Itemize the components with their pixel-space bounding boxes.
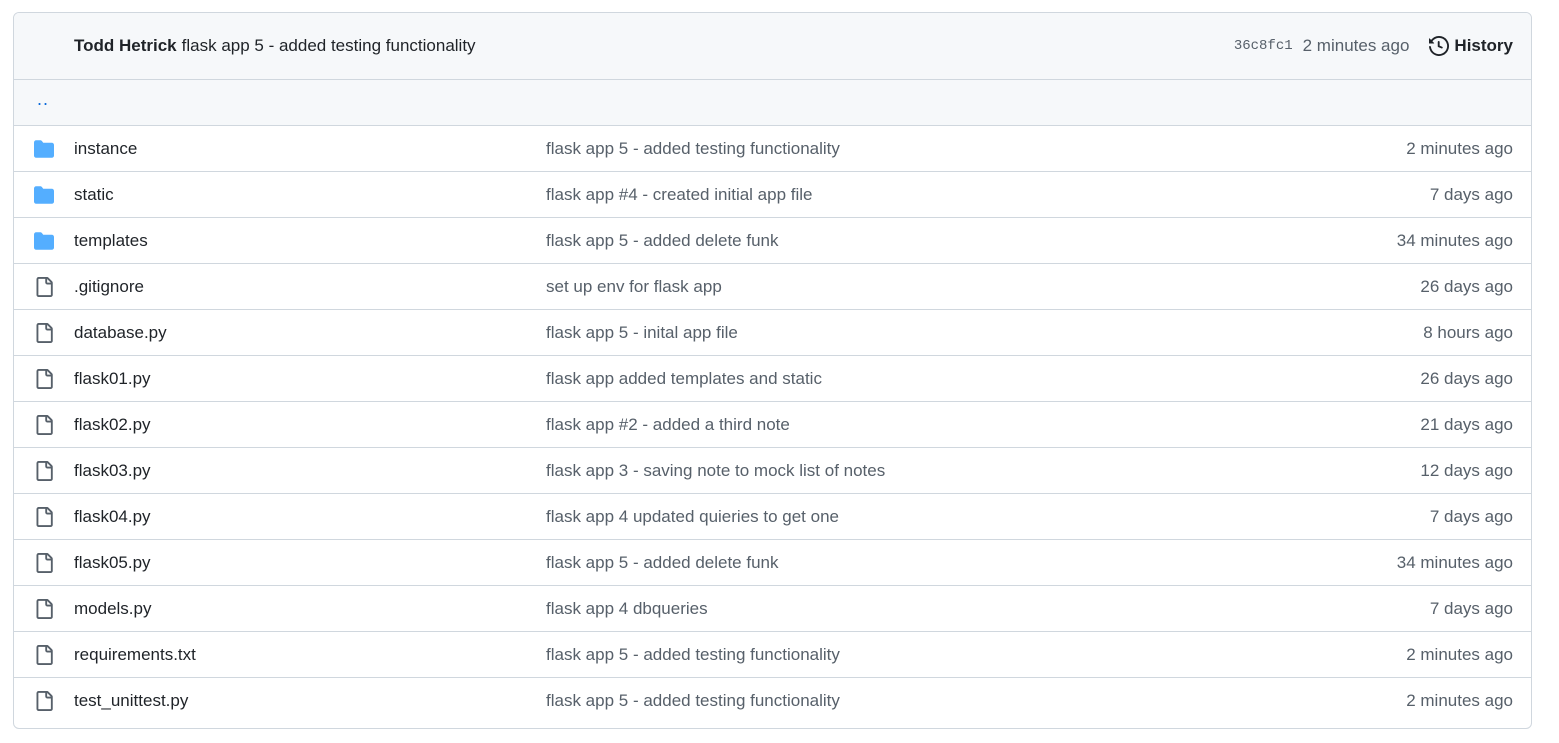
file-icon [34,598,54,619]
file-name-link[interactable]: flask01.py [74,369,151,389]
file-commit-age: 7 days ago [1429,506,1513,526]
file-icon [34,276,54,297]
file-commit-age: 2 minutes ago [1406,644,1513,664]
file-commit-message-link[interactable]: flask app 4 dbqueries [546,599,708,619]
file-row[interactable]: flask05.py flask app 5 - added delete fun… [14,540,1531,586]
file-name-link[interactable]: flask05.py [74,553,151,573]
file-name-link[interactable]: database.py [74,323,167,343]
file-commit-age: 12 days ago [1420,460,1513,480]
file-commit-age: 21 days ago [1420,414,1513,434]
file-commit-message-link[interactable]: flask app 5 - added delete funk [546,553,779,573]
file-row[interactable]: test_unittest.py flask app 5 - added test… [14,678,1531,723]
parent-directory-link[interactable]: .. [37,89,49,110]
file-row[interactable]: .gitignore set up env for flask app 26 day… [14,264,1531,310]
file-commit-age: 34 minutes ago [1396,230,1513,250]
commit-time: 2 minutes ago [1302,36,1410,55]
file-commit-message-link[interactable]: flask app 5 - inital app file [546,323,738,343]
file-icon [34,414,54,435]
file-commit-message-link[interactable]: flask app 5 - added testing functionalit… [546,645,840,665]
file-row[interactable]: flask02.py flask app #2 - added a third n… [14,402,1531,448]
history-button[interactable]: History [1429,36,1513,56]
folder-icon [34,231,54,251]
file-row[interactable]: instance flask app 5 - added testing func… [14,126,1531,172]
file-name-link[interactable]: flask04.py [74,507,151,527]
file-commit-age: 7 days ago [1429,598,1513,618]
commit-message[interactable]: flask app 5 - added testing functionalit… [182,36,476,56]
commit-meta: 36c8fc1 2 minutes ago History [1234,36,1513,56]
file-icon [34,506,54,527]
file-commit-message-link[interactable]: flask app added templates and static [546,369,822,389]
file-commit-message-link[interactable]: flask app 5 - added testing functionalit… [546,691,840,711]
file-name-link[interactable]: instance [74,139,137,159]
file-icon [34,322,54,343]
file-commit-age: 34 minutes ago [1396,552,1513,572]
commit-sha[interactable]: 36c8fc1 [1234,38,1293,54]
folder-icon [34,139,54,159]
file-commit-age: 2 minutes ago [1406,138,1513,158]
file-row[interactable]: flask01.py flask app added templates and … [14,356,1531,402]
history-label: History [1454,36,1513,55]
file-name-link[interactable]: .gitignore [74,277,144,297]
latest-commit-bar: Todd Hetrick flask app 5 - added testing… [14,13,1531,80]
file-name-link[interactable]: flask02.py [74,415,151,435]
file-commit-message-link[interactable]: flask app #2 - added a third note [546,415,790,435]
file-name-link[interactable]: static [74,185,114,205]
file-row[interactable]: flask03.py flask app 3 - saving note to m… [14,448,1531,494]
file-commit-message-link[interactable]: set up env for flask app [546,277,722,297]
file-row[interactable]: templates flask app 5 - added delete funk… [14,218,1531,264]
file-row[interactable]: static flask app #4 - created initial app… [14,172,1531,218]
history-icon [1429,36,1450,56]
file-commit-age: 7 days ago [1429,184,1513,204]
file-icon [34,552,54,573]
file-name-link[interactable]: templates [74,231,148,251]
file-icon [34,690,54,711]
folder-icon [34,185,54,205]
file-commit-age: 26 days ago [1420,276,1513,296]
file-commit-age: 2 minutes ago [1406,690,1513,710]
file-commit-message-link[interactable]: flask app #4 - created initial app file [546,185,813,205]
file-row[interactable]: database.py flask app 5 - inital app file… [14,310,1531,356]
file-browser: Todd Hetrick flask app 5 - added testing… [13,12,1532,729]
file-icon [34,644,54,665]
parent-directory-row[interactable]: .. [14,80,1531,126]
file-row[interactable]: flask04.py flask app 4 updated quieries t… [14,494,1531,540]
file-row[interactable]: models.py flask app 4 dbqueries 7 days ago [14,586,1531,632]
file-commit-message-link[interactable]: flask app 5 - added testing functionalit… [546,139,840,159]
file-commit-message-link[interactable]: flask app 3 - saving note to mock list o… [546,461,885,481]
file-icon [34,460,54,481]
file-commit-message-link[interactable]: flask app 4 updated quieries to get one [546,507,839,527]
commit-author[interactable]: Todd Hetrick [74,36,177,56]
file-name-link[interactable]: requirements.txt [74,645,196,665]
file-name-link[interactable]: test_unittest.py [74,691,188,711]
file-name-link[interactable]: flask03.py [74,461,151,481]
file-name-link[interactable]: models.py [74,599,151,619]
commit-summary: Todd Hetrick flask app 5 - added testing… [74,36,476,56]
file-icon [34,368,54,389]
file-row[interactable]: requirements.txt flask app 5 - added test… [14,632,1531,678]
file-commit-age: 26 days ago [1420,368,1513,388]
file-commit-age: 8 hours ago [1423,322,1513,342]
file-commit-message-link[interactable]: flask app 5 - added delete funk [546,231,779,251]
file-list: instance flask app 5 - added testing func… [14,126,1531,723]
